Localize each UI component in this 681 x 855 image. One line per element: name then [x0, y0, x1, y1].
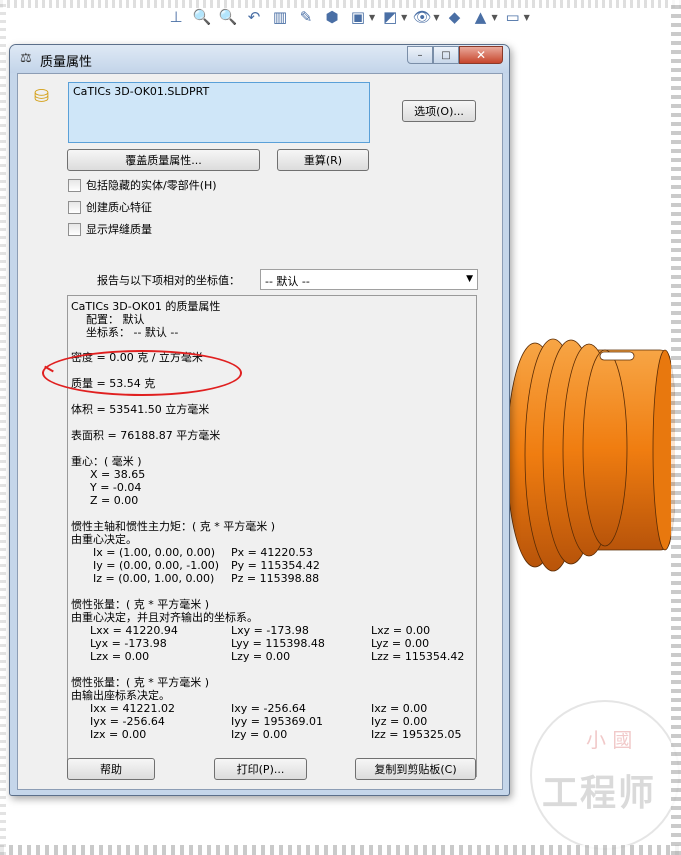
results-heading: CaTICs 3D-OK01 的质量属性 [71, 300, 221, 313]
watermark-main-text: 工程师 [542, 772, 657, 814]
page-edge-left [0, 0, 6, 855]
mass-properties-icon: ⛁ [34, 86, 50, 107]
com-z: Z = 0.00 [90, 494, 139, 507]
tensor-com-sub: 由重心决定，并且对齐输出的坐标系。 [71, 611, 258, 624]
display-style-icon[interactable]: ◩ [379, 6, 401, 28]
checkbox-box[interactable] [68, 222, 81, 236]
com-y: Y = -0.04 [90, 481, 142, 494]
checkbox-box[interactable] [68, 200, 81, 214]
edit-appearance-icon[interactable]: ◆ [443, 6, 465, 28]
principal-px: Px = 41220.53 [231, 546, 313, 559]
principal-sub: 由重心决定。 [71, 533, 137, 546]
coord-system-select[interactable]: -- 默认 -- ▼ [260, 269, 478, 290]
com-x: X = 38.65 [90, 468, 146, 481]
tensor-com-title: 惯性张量：( 克 * 平方毫米 ) [71, 598, 210, 611]
chevron-down-icon[interactable]: ▼ [433, 13, 439, 22]
tensor-output-sub: 由输出座标系决定。 [71, 689, 170, 702]
page-edge-bottom [0, 845, 681, 855]
dialog-title: 质量属性 [40, 55, 93, 70]
coord-system-value: -- 默认 -- [265, 275, 310, 288]
tensor-izz: Izz = 195325.05 [371, 728, 462, 741]
surface-area-line: 表面积 = 76188.87 平方毫米 [71, 429, 221, 442]
mass-properties-dialog: ⚖ 质量属性 – □ ✕ ⛁ CaTICs 3D-OK01.SLDPRT 选项(… [9, 44, 510, 796]
principal-py: Py = 115354.42 [231, 559, 320, 572]
view-settings-icon[interactable]: ▭ [502, 6, 524, 28]
tensor-izy: Izy = 0.00 [231, 728, 288, 741]
tensor-lxz: Lxz = 0.00 [371, 624, 431, 637]
chevron-down-icon[interactable]: ▼ [524, 13, 530, 22]
options-button[interactable]: 选项(O)... [402, 100, 476, 122]
watermark-seal: 小 國 工程师 [530, 700, 680, 850]
dialog-client-area: ⛁ CaTICs 3D-OK01.SLDPRT 选项(O)... 覆盖质量属性.… [17, 73, 503, 790]
copy-to-clipboard-button[interactable]: 复制到剪贴板(C) [355, 758, 476, 780]
print-button[interactable]: 打印(P)... [214, 758, 307, 780]
dialog-titlebar[interactable]: ⚖ 质量属性 – □ ✕ [10, 45, 509, 73]
section-view-icon[interactable]: ▥ [269, 6, 291, 28]
tensor-lxy: Lxy = -173.98 [231, 624, 309, 637]
selected-file-name: CaTICs 3D-OK01.SLDPRT [73, 85, 210, 98]
tensor-iyz: Iyz = 0.00 [371, 715, 428, 728]
selected-items-box[interactable]: CaTICs 3D-OK01.SLDPRT [68, 82, 370, 143]
tensor-ixy: Ixy = -256.64 [231, 702, 306, 715]
watermark-top-text: 小 國 [586, 728, 633, 752]
principal-iz: Iz = (0.00, 1.00, 0.00) [93, 572, 215, 585]
principal-iy: Iy = (0.00, 0.00, -1.00) [93, 559, 219, 572]
tensor-output-title: 惯性张量：( 克 * 平方毫米 ) [71, 676, 210, 689]
tensor-lxx: Lxx = 41220.94 [90, 624, 178, 637]
scene-icon[interactable]: ▲ [469, 6, 491, 28]
normal-to-icon[interactable]: ⊥ [165, 6, 187, 28]
checkbox-weld-mass[interactable]: 显示焊缝质量 [68, 221, 152, 237]
tensor-lzx: Lzx = 0.00 [90, 650, 150, 663]
page-edge-right [671, 0, 681, 855]
tensor-lyy: Lyy = 115398.48 [231, 637, 325, 650]
help-button[interactable]: 帮助 [67, 758, 155, 780]
maximize-button[interactable]: □ [433, 46, 459, 64]
view-orientation-icon[interactable]: ▣ [347, 6, 369, 28]
com-title: 重心：( 毫米 ) [71, 455, 142, 468]
volume-annotation-circle [42, 350, 242, 396]
tensor-ixx: Ixx = 41221.02 [90, 702, 175, 715]
hide-show-icon[interactable]: 👁 [411, 6, 433, 28]
principal-pz: Pz = 115398.88 [231, 572, 320, 585]
close-button[interactable]: ✕ [459, 46, 503, 64]
tensor-lyx: Lyx = -173.98 [90, 637, 167, 650]
checkbox-label: 包括隐藏的实体/零部件(H) [86, 179, 217, 192]
view-cube-icon[interactable]: ⬢ [321, 6, 343, 28]
zoom-area-icon[interactable]: 🔍 [217, 6, 239, 28]
previous-view-icon[interactable]: ↶ [243, 6, 265, 28]
chevron-down-icon[interactable]: ▼ [466, 274, 473, 284]
principal-ix: Ix = (1.00, 0.00, 0.00) [93, 546, 216, 559]
tensor-iyy: Iyy = 195369.01 [231, 715, 323, 728]
checkbox-create-com[interactable]: 创建质心特征 [68, 199, 152, 215]
tensor-lzz: Lzz = 115354.42 [371, 650, 465, 663]
chevron-down-icon[interactable]: ▼ [401, 13, 407, 22]
coord-sys-line: 坐标系： -- 默认 -- [86, 326, 179, 339]
recalculate-button[interactable]: 重算(R) [277, 149, 369, 171]
3d-model-part[interactable] [505, 330, 675, 580]
page-edge-top [0, 0, 681, 8]
checkbox-label: 创建质心特征 [86, 201, 152, 214]
override-mass-button[interactable]: 覆盖质量属性... [67, 149, 260, 171]
chevron-down-icon[interactable]: ▼ [491, 13, 497, 22]
principal-title: 惯性主轴和惯性主力矩：( 克 * 平方毫米 ) [71, 520, 276, 533]
checkbox-label: 显示焊缝质量 [86, 223, 152, 236]
scale-icon: ⚖ [20, 51, 32, 66]
config-line: 配置： 默认 [86, 313, 145, 326]
minimize-button[interactable]: – [407, 46, 433, 64]
zoom-fit-icon[interactable]: 🔍 [191, 6, 213, 28]
checkbox-include-hidden[interactable]: 包括隐藏的实体/零部件(H) [68, 177, 217, 193]
tensor-lzy: Lzy = 0.00 [231, 650, 291, 663]
tensor-lyz: Lyz = 0.00 [371, 637, 430, 650]
tensor-ixz: Ixz = 0.00 [371, 702, 428, 715]
checkbox-box[interactable] [68, 178, 81, 192]
chevron-down-icon[interactable]: ▼ [369, 13, 375, 22]
volume-line: 体积 = 53541.50 立方毫米 [71, 403, 210, 416]
tensor-izx: Izx = 0.00 [90, 728, 147, 741]
coord-system-label: 报告与以下项相对的坐标值： [97, 274, 240, 287]
tensor-iyx: Iyx = -256.64 [90, 715, 165, 728]
dynamic-annotation-icon[interactable]: ✎ [295, 6, 317, 28]
window-controls: – □ ✕ [407, 46, 503, 64]
